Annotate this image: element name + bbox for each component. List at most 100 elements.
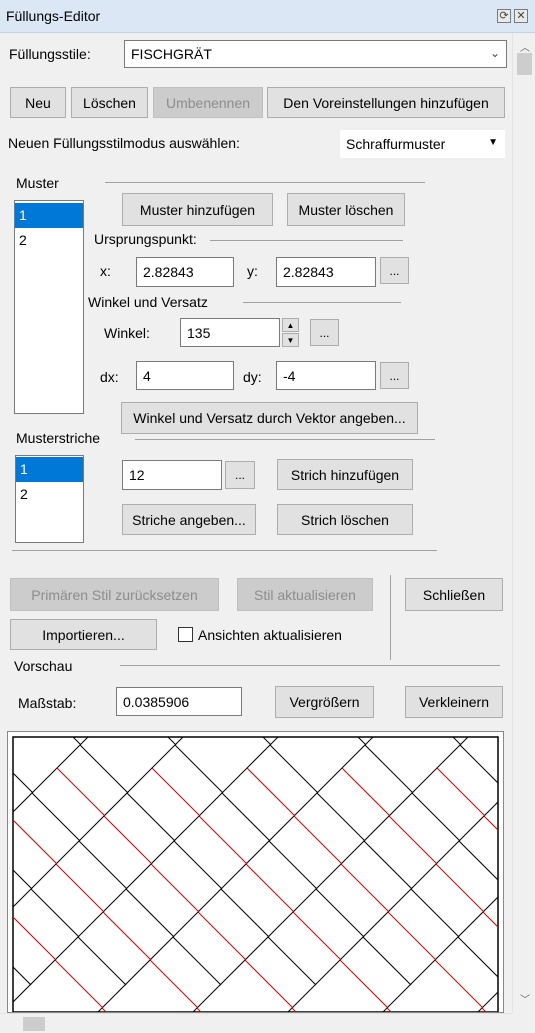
pattern-line — [244, 959, 294, 1009]
add-preset-button[interactable]: Den Voreinstellungen hinzufügen — [267, 87, 505, 118]
pattern-line — [267, 936, 317, 986]
fill-style-select[interactable]: FISCHGRÄT ⌄ — [124, 40, 507, 68]
offset-picker-button[interactable]: ... — [380, 362, 409, 389]
pattern-list-item[interactable]: 2 — [15, 228, 83, 253]
pattern-line — [452, 737, 462, 746]
pattern-line — [13, 819, 58, 865]
y-label: y: — [247, 263, 258, 279]
dy-input[interactable]: -4 — [276, 361, 376, 390]
pattern-line — [410, 888, 460, 938]
pattern-line — [477, 991, 498, 1012]
mode-select[interactable]: Schraffurmuster ▼ — [340, 130, 505, 158]
add-pattern-button[interactable]: Muster hinzufügen — [122, 193, 273, 226]
pattern-line — [340, 863, 390, 913]
vector-button[interactable]: Winkel und Versatz durch Vektor angeben.… — [121, 402, 418, 434]
update-views-checkbox[interactable] — [178, 627, 193, 642]
pattern-line — [151, 767, 201, 817]
strokes-list[interactable]: 1 2 — [15, 455, 84, 543]
pattern-line — [339, 959, 389, 1009]
pattern-line — [387, 911, 437, 961]
pattern-line — [79, 744, 129, 794]
dropdown-arrow-icon: ▼ — [488, 137, 498, 148]
pattern-line — [173, 840, 223, 890]
delete-button[interactable]: Löschen — [71, 87, 148, 118]
pattern-line — [362, 936, 412, 986]
dy-value: -4 — [283, 367, 296, 384]
scroll-up-icon[interactable]: ︿ — [520, 39, 530, 54]
pattern-line — [102, 911, 152, 961]
pattern-line — [55, 863, 105, 913]
herringbone-preview — [12, 736, 499, 1012]
preview-area[interactable] — [7, 731, 504, 1013]
scale-input[interactable]: 0.0385906 — [116, 687, 242, 716]
zoom-in-button[interactable]: Vergrößern — [275, 686, 374, 718]
pattern-line — [125, 888, 175, 938]
specify-strokes-button[interactable]: Striche angeben... — [122, 504, 256, 535]
pattern-list-item[interactable]: 1 — [15, 203, 83, 228]
stroke-picker-button[interactable]: ... — [225, 461, 255, 489]
x-label: x: — [100, 263, 111, 279]
strokes-heading: Musterstriche — [16, 430, 101, 446]
dx-input[interactable]: 4 — [136, 361, 234, 390]
scroll-down-icon[interactable]: ﹀ — [520, 991, 530, 1006]
pattern-line — [287, 801, 498, 1012]
import-button[interactable]: Importieren... — [10, 619, 157, 650]
pattern-heading: Muster — [16, 175, 59, 191]
pattern-line — [30, 888, 80, 938]
origin-y-input[interactable]: 2.82843 — [276, 257, 376, 287]
new-button[interactable]: Neu — [10, 87, 66, 118]
pattern-line — [198, 815, 248, 865]
pattern-line — [411, 792, 461, 842]
update-style-button[interactable]: Stil aktualisieren — [237, 578, 373, 611]
fill-style-value: FISCHGRÄT — [131, 46, 212, 62]
pattern-line — [197, 911, 247, 961]
pattern-line — [149, 959, 199, 1009]
chevron-down-icon: ⌄ — [489, 46, 500, 60]
pattern-line — [245, 863, 295, 913]
delete-pattern-button[interactable]: Muster löschen — [287, 193, 405, 226]
pattern-line — [13, 916, 57, 961]
horizontal-scrollbar[interactable] — [0, 1013, 512, 1033]
pattern-line — [246, 767, 296, 817]
pattern-line — [292, 911, 342, 961]
pattern-line — [13, 966, 32, 986]
spin-up-icon[interactable]: ▲ — [282, 318, 299, 332]
hscroll-thumb[interactable] — [23, 1017, 45, 1031]
angle-value: 135 — [187, 324, 211, 341]
origin-picker-button[interactable]: ... — [380, 257, 409, 284]
pattern-line — [150, 863, 200, 913]
delete-stroke-button[interactable]: Strich löschen — [277, 504, 413, 535]
angle-input[interactable]: 135 — [180, 318, 280, 347]
zoom-out-button[interactable]: Verkleinern — [405, 686, 503, 718]
pattern-line — [126, 792, 176, 842]
reset-style-button[interactable]: Primären Stil zurücksetzen — [10, 578, 219, 611]
spin-down-icon[interactable]: ▼ — [282, 333, 299, 347]
pattern-line — [364, 744, 414, 794]
rename-button[interactable]: Umbenennen — [153, 87, 263, 118]
scroll-thumb[interactable] — [517, 53, 532, 75]
pin-icon[interactable]: ⟳ — [497, 9, 511, 23]
vertical-scrollbar[interactable]: ︿ ﹀ — [512, 33, 535, 1013]
pattern-line — [483, 815, 498, 831]
origin-x-value: 2.82843 — [143, 264, 194, 280]
strokes-divider — [135, 439, 435, 440]
pattern-line — [293, 815, 343, 865]
add-stroke-button[interactable]: Strich hinzufügen — [277, 459, 413, 490]
strokes-list-item[interactable]: 1 — [16, 457, 83, 482]
strokes-list-item[interactable]: 2 — [16, 482, 83, 507]
pattern-line — [457, 936, 498, 978]
pattern-line — [13, 772, 34, 794]
dx-label: dx: — [100, 369, 119, 385]
pattern-line — [269, 744, 319, 794]
pattern-line — [172, 936, 222, 986]
stroke-length-input[interactable]: 12 — [122, 460, 222, 490]
pattern-list[interactable]: 1 2 — [14, 200, 84, 414]
close-button[interactable]: Schließen — [405, 578, 503, 611]
pattern-line — [459, 744, 498, 784]
pattern-line — [13, 737, 184, 908]
pattern-line — [13, 869, 33, 890]
close-icon[interactable]: ✕ — [514, 9, 528, 23]
angle-picker-button[interactable]: ... — [310, 319, 339, 346]
origin-x-input[interactable]: 2.82843 — [136, 257, 234, 287]
section-divider — [12, 550, 437, 551]
